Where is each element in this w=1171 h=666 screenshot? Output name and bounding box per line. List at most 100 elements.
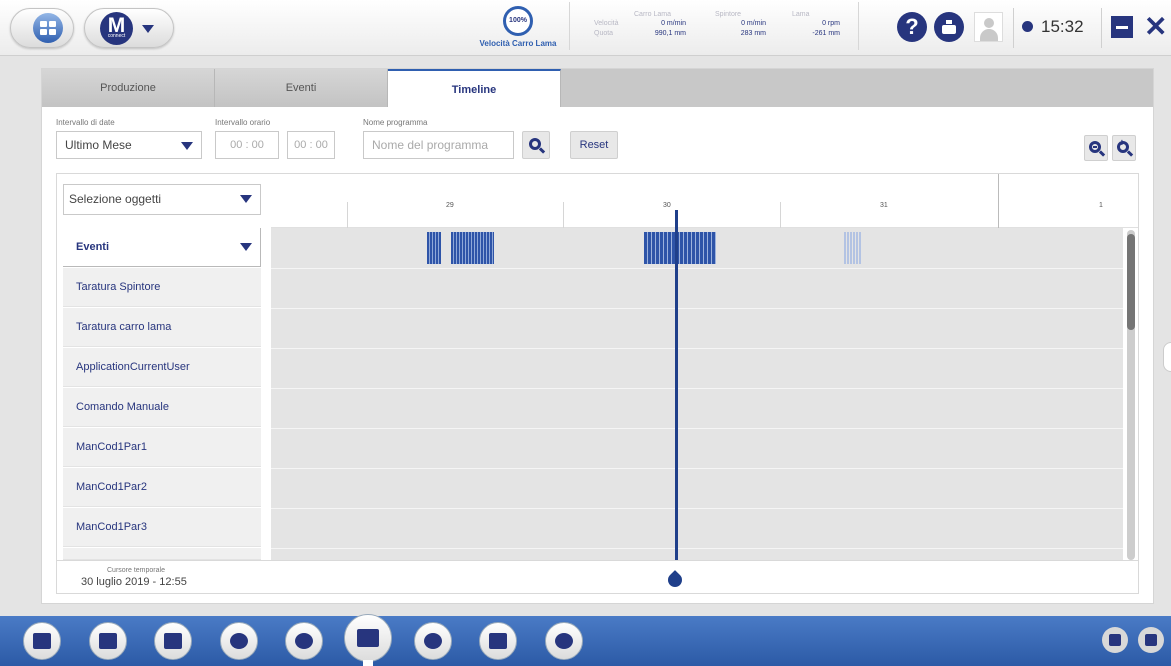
date-label: 29 xyxy=(446,202,454,209)
search-icon xyxy=(529,138,541,150)
close-button[interactable]: ✕ xyxy=(1144,13,1171,41)
grid-line xyxy=(271,308,1123,309)
main-menu-button[interactable] xyxy=(10,8,74,48)
list-item[interactable]: ManCod1Par3 xyxy=(63,508,261,547)
readout-header: Carro Lama xyxy=(634,11,671,18)
program-search-input[interactable]: Nome del programma xyxy=(363,131,514,159)
folder-button[interactable] xyxy=(23,622,61,660)
date-label: 31 xyxy=(880,202,888,209)
time-from-input[interactable]: 00 : 00 xyxy=(215,131,279,159)
speed-label: Velocità Carro Lama xyxy=(479,39,557,48)
alert-icon xyxy=(424,633,442,649)
scrollbar-thumb[interactable] xyxy=(1127,234,1135,330)
edit-icon xyxy=(99,633,117,649)
help-button[interactable]: ? xyxy=(897,12,927,42)
settings-button[interactable] xyxy=(545,622,583,660)
top-bar: Mconnect 100% Velocità Carro Lama Carro … xyxy=(0,0,1171,56)
event-bar[interactable] xyxy=(644,232,716,264)
list-item[interactable]: ManCod1Par1 xyxy=(63,428,261,467)
timeline-grid xyxy=(271,228,1123,560)
divider xyxy=(1101,8,1102,48)
edit-button[interactable] xyxy=(89,622,127,660)
grid-line xyxy=(271,508,1123,509)
brand-menu-button[interactable]: Mconnect xyxy=(84,8,174,48)
grid-line xyxy=(271,468,1123,469)
list-item[interactable]: Taratura carro lama xyxy=(63,308,261,347)
grid-line xyxy=(271,388,1123,389)
search-button[interactable] xyxy=(522,131,550,159)
machine-settings-button[interactable] xyxy=(1138,627,1164,653)
settings-icon xyxy=(555,633,573,649)
axis-readouts: Carro Lama Spintore Lama Velocità Quota … xyxy=(569,2,859,50)
chevron-down-icon xyxy=(240,243,252,251)
reset-button[interactable]: Reset xyxy=(570,131,618,159)
time-range-label: Intervallo orario xyxy=(215,118,271,127)
window-button[interactable] xyxy=(479,622,517,660)
tools-button[interactable] xyxy=(285,622,323,660)
hand-icon xyxy=(1109,634,1121,646)
list-item[interactable]: Taratura Spintore xyxy=(63,268,261,307)
date-range-value: Ultimo Mese xyxy=(65,138,132,152)
velocity-label: Velocità xyxy=(594,20,619,27)
events-group-header[interactable]: Eventi xyxy=(63,228,261,267)
event-bar[interactable] xyxy=(427,232,441,264)
list-item[interactable]: ApplicationCurrentUser xyxy=(63,348,261,387)
tab-eventi[interactable]: Eventi xyxy=(215,69,388,107)
active-indicator xyxy=(363,660,373,666)
object-select[interactable]: Selezione oggetti xyxy=(63,184,261,215)
list-item[interactable]: ManCod1Par2 xyxy=(63,468,261,507)
chevron-down-icon xyxy=(240,195,252,203)
readout-header: Lama xyxy=(792,11,810,18)
object-list: Selezione oggetti Eventi Taratura Spinto… xyxy=(57,174,271,560)
event-bar[interactable] xyxy=(451,232,494,264)
grid-line xyxy=(271,268,1123,269)
zoom-in-icon xyxy=(1117,138,1129,153)
zoom-in-button[interactable] xyxy=(1112,135,1136,161)
cursor-value: 30 luglio 2019 - 12:55 xyxy=(81,576,187,588)
date-label: 1 xyxy=(1099,202,1103,209)
user-avatar[interactable] xyxy=(974,12,1003,42)
grid-menu-icon xyxy=(33,13,63,43)
timeline-chart[interactable]: 29 30 31 1 xyxy=(271,174,1138,566)
zoom-out-button[interactable] xyxy=(1084,135,1108,161)
date-range-select[interactable]: Ultimo Mese xyxy=(56,131,202,159)
date-axis: 29 30 31 1 xyxy=(271,174,1138,228)
layout-button[interactable] xyxy=(154,622,192,660)
position-label: Quota xyxy=(594,30,614,37)
program-placeholder: Nome del programma xyxy=(372,138,489,152)
bottom-dock xyxy=(0,614,1171,666)
vertical-scrollbar[interactable] xyxy=(1127,230,1135,560)
speed-indicator[interactable]: 100% Velocità Carro Lama xyxy=(470,6,566,52)
program-label: Nome programma xyxy=(363,118,428,127)
cursor-handle-icon[interactable] xyxy=(665,570,685,590)
gear-icon xyxy=(1145,634,1157,646)
list-item[interactable]: Comando Manuale xyxy=(63,388,261,427)
window-icon xyxy=(489,633,507,649)
side-panel-handle[interactable] xyxy=(1163,342,1171,372)
time-to-input[interactable]: 00 : 00 xyxy=(287,131,335,159)
readout-value: 990,1 mm xyxy=(654,30,686,37)
date-tick xyxy=(563,202,564,228)
readout-value: 0 m/min xyxy=(741,20,766,27)
readout-value: 283 mm xyxy=(740,30,766,37)
date-tick xyxy=(780,202,781,228)
tab-timeline[interactable]: Timeline xyxy=(388,69,561,107)
minimize-button[interactable] xyxy=(1111,16,1133,38)
machine-status-button[interactable] xyxy=(934,12,964,42)
readout-value: 0 rpm xyxy=(822,20,840,27)
transfer-button[interactable] xyxy=(220,622,258,660)
time-cursor[interactable] xyxy=(675,210,678,566)
date-label: 30 xyxy=(663,202,671,209)
chart-button[interactable] xyxy=(344,614,392,662)
divider xyxy=(1013,8,1014,48)
tools-icon xyxy=(295,633,313,649)
tab-produzione[interactable]: Produzione xyxy=(42,69,215,107)
clock-time: 15:32 xyxy=(1041,17,1084,36)
clock-icon xyxy=(1022,21,1033,32)
speed-gauge: 100% xyxy=(503,6,533,36)
alert-button[interactable] xyxy=(414,622,452,660)
manual-mode-button[interactable] xyxy=(1102,627,1128,653)
transfer-icon xyxy=(230,633,248,649)
event-bar[interactable] xyxy=(844,232,861,264)
object-select-value: Selezione oggetti xyxy=(69,192,162,206)
